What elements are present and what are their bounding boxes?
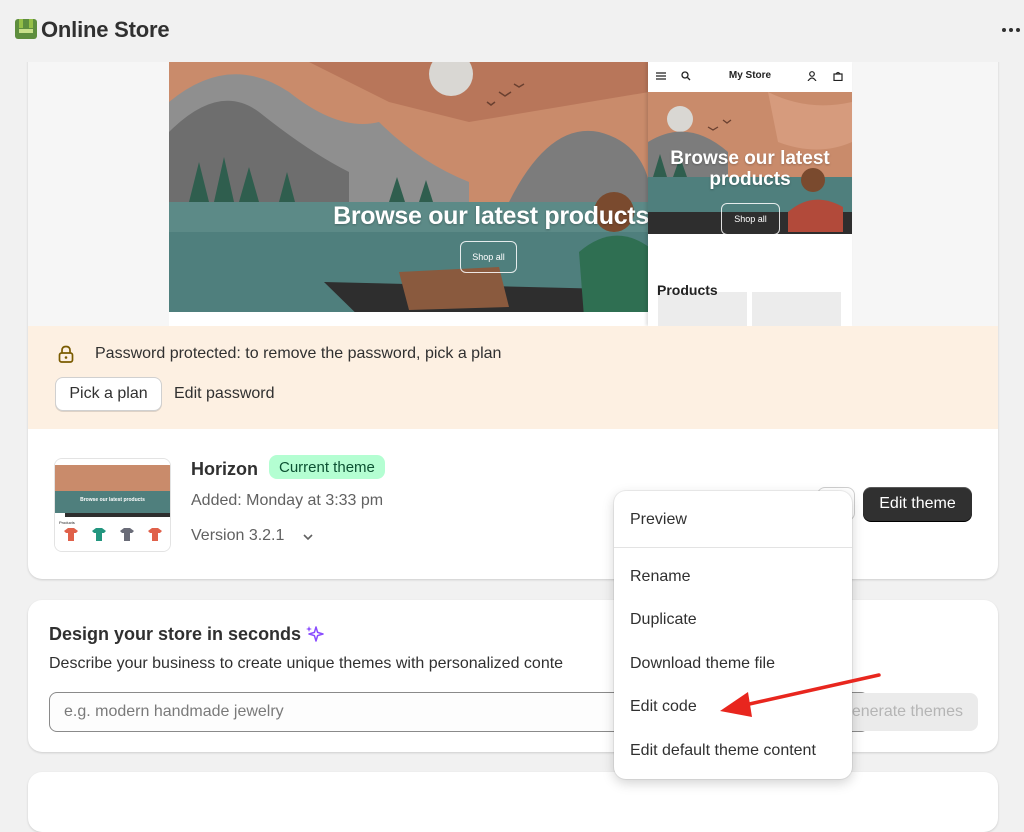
account-icon	[807, 71, 817, 81]
desktop-shop-all: Shop all	[460, 241, 517, 273]
page-title: Online Store	[41, 17, 170, 42]
mobile-products-heading: Products	[657, 282, 718, 298]
hero-illustration	[169, 62, 649, 326]
design-description: Describe your business to create unique …	[49, 655, 564, 672]
next-card	[28, 772, 998, 832]
theme-row: Browse our latest products Products Hori…	[28, 429, 998, 579]
thumbnail-heading: Browse our latest products	[80, 497, 145, 503]
current-theme-card: Browse our latest products Shop all My S…	[28, 40, 998, 579]
cart-icon	[833, 71, 843, 81]
lock-icon	[58, 345, 74, 363]
mobile-hero-heading: Browse our latest products	[670, 148, 830, 190]
menu-item-preview[interactable]: Preview	[630, 511, 687, 529]
desktop-hero-heading: Browse our latest products	[333, 202, 649, 230]
theme-version[interactable]: Version 3.2.1	[191, 527, 284, 545]
thumbnail-illustration	[55, 459, 170, 551]
menu-item-edit-default-theme-content[interactable]: Edit default theme content	[630, 742, 816, 760]
sparkle-icon	[306, 626, 324, 642]
top-bar: Online Store	[0, 0, 1024, 62]
theme-actions-menu: Preview Rename Duplicate Download theme …	[614, 491, 852, 779]
mobile-store-name: My Store	[728, 70, 772, 81]
edit-theme-button[interactable]: Edit theme	[863, 487, 972, 521]
chevron-down-icon[interactable]	[301, 530, 315, 544]
menu-item-rename[interactable]: Rename	[630, 568, 690, 586]
design-store-card: Design your store in seconds Describe yo…	[28, 600, 998, 752]
theme-added-date: Added: Monday at 3:33 pm	[191, 492, 384, 509]
menu-item-download-theme-file[interactable]: Download theme file	[630, 655, 775, 673]
theme-name: Horizon	[191, 459, 258, 479]
edit-password-link[interactable]: Edit password	[174, 385, 275, 403]
desktop-preview: Browse our latest products Shop all	[169, 62, 649, 326]
design-title: Design your store in seconds	[49, 624, 302, 644]
generate-themes-button[interactable]: enerate themes	[836, 693, 978, 731]
password-message: Password protected: to remove the passwo…	[95, 345, 502, 362]
thumbnail-products-label: Products	[59, 520, 75, 525]
password-banner: Password protected: to remove the passwo…	[28, 326, 998, 429]
mobile-nav-bar: My Store	[648, 62, 852, 92]
pick-a-plan-button[interactable]: Pick a plan	[55, 377, 162, 411]
menu-item-duplicate[interactable]: Duplicate	[630, 611, 697, 629]
mobile-shop-all: Shop all	[721, 203, 780, 235]
menu-divider	[614, 547, 852, 548]
current-theme-badge: Current theme	[269, 455, 385, 479]
menu-item-edit-code[interactable]: Edit code	[630, 698, 697, 716]
theme-thumbnail[interactable]: Browse our latest products Products	[54, 458, 171, 552]
mobile-preview: My Store Browse our latest products Shop…	[648, 62, 852, 326]
more-horizontal-icon[interactable]	[1001, 20, 1021, 40]
theme-preview[interactable]: Browse our latest products Shop all My S…	[28, 40, 998, 326]
shopify-bag-icon	[15, 19, 37, 39]
